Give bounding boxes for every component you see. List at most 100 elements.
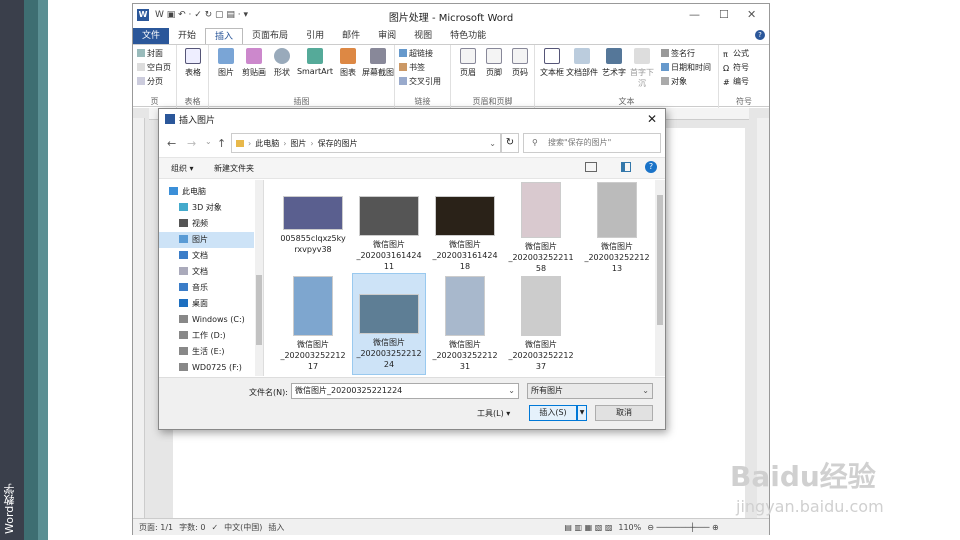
bookmark-button[interactable]: 书签 (399, 62, 425, 73)
nav-item-downloads[interactable]: 文档 (159, 248, 254, 264)
refresh-icon[interactable]: ↻ (501, 133, 519, 153)
screenshot-button[interactable]: 屏幕截图 (361, 48, 395, 78)
dialog-close-icon[interactable]: ✕ (647, 112, 657, 126)
address-dropdown-icon[interactable]: ⌄ (489, 139, 496, 148)
cover-button[interactable]: 封面 (137, 48, 163, 59)
smartart-button[interactable]: SmartArt (295, 48, 335, 76)
nav-item-drive-e[interactable]: 生活 (E:) (159, 344, 254, 360)
tools-button[interactable]: 工具(L) ▾ (477, 408, 510, 419)
cross-reference-button[interactable]: 交叉引用 (399, 76, 441, 87)
status-words[interactable]: 字数: 0 (179, 522, 205, 533)
status-zoom[interactable]: 110% (618, 523, 641, 532)
file-scroll-thumb[interactable] (657, 195, 663, 325)
nav-item-drive-f[interactable]: WD0725 (F:) (159, 360, 254, 376)
tab-file[interactable]: 文件 (133, 28, 170, 44)
tab-mailings[interactable]: 邮件 (333, 28, 369, 44)
nav-item-drive-c[interactable]: Windows (C:) (159, 312, 254, 328)
filetype-dropdown-icon[interactable]: ⌄ (642, 384, 649, 398)
history-dropdown-icon[interactable]: ⌄ (205, 137, 212, 146)
equation-button[interactable]: π 公式 (723, 48, 749, 59)
group-symbols: π 公式 Ω 符号 # 编号 符号 (719, 45, 769, 108)
nav-item-pictures[interactable]: 图片 (159, 232, 254, 248)
file-item[interactable]: 微信图片 _202003252211 58 (505, 180, 577, 274)
insert-dropdown-icon[interactable]: ▼ (577, 405, 587, 421)
file-item[interactable]: 微信图片 _202003252212 17 (277, 274, 349, 372)
spellcheck-icon[interactable]: ✓ (211, 523, 218, 532)
maximize-icon[interactable]: ☐ (719, 8, 729, 21)
forward-arrow-icon[interactable]: → (187, 137, 196, 150)
hyperlink-button[interactable]: 超链接 (399, 48, 433, 59)
quick-parts-button[interactable]: 文档部件 (565, 48, 599, 78)
date-time-button[interactable]: 日期和时间 (661, 62, 711, 73)
signature-line-button[interactable]: 签名行 (661, 48, 695, 59)
shapes-button[interactable]: 形状 (267, 48, 297, 78)
status-mode[interactable]: 插入 (268, 522, 284, 533)
textbox-icon (544, 48, 560, 64)
chart-button[interactable]: 图表 (333, 48, 363, 78)
tab-home[interactable]: 开始 (169, 28, 205, 44)
organize-button[interactable]: 组织 ▾ (171, 163, 194, 174)
picture-button[interactable]: 图片 (211, 48, 241, 78)
filetype-select[interactable]: 所有图片 ⌄ (527, 383, 653, 399)
shapes-icon (274, 48, 290, 64)
back-arrow-icon[interactable]: ← (167, 137, 176, 150)
page-number-button[interactable]: 页码 (505, 48, 535, 78)
preview-pane-icon[interactable] (621, 162, 631, 172)
status-language[interactable]: 中文(中国) (224, 522, 262, 533)
file-item[interactable]: 005855clqxz5ky rxvpyv38 (277, 194, 349, 255)
close-icon[interactable]: ✕ (747, 8, 756, 21)
tab-references[interactable]: 引用 (297, 28, 333, 44)
wordart-button[interactable]: 艺术字 (599, 48, 629, 78)
textbox-button[interactable]: 文本框 (537, 48, 567, 78)
address-bar[interactable]: › 此电脑 › 图片 › 保存的图片 ⌄ (231, 133, 501, 153)
group-label-header-footer: 页眉和页脚 (472, 97, 513, 106)
nav-item-desktop[interactable]: 桌面 (159, 296, 254, 312)
tab-insert[interactable]: 插入 (205, 28, 244, 44)
status-page[interactable]: 页面: 1/1 (139, 522, 173, 533)
tab-special[interactable]: 特色功能 (441, 28, 495, 44)
breadcrumb-pictures[interactable]: 图片 (290, 138, 306, 149)
file-item[interactable]: 微信图片 _202003252212 31 (429, 274, 501, 372)
group-label-text: 文本 (618, 97, 635, 106)
cancel-button[interactable]: 取消 (595, 405, 653, 421)
file-item[interactable]: 微信图片 _202003161424 18 (429, 194, 501, 272)
nav-item-this-pc[interactable]: 此电脑 (159, 184, 254, 200)
symbol-button[interactable]: Ω 符号 (723, 62, 749, 73)
object-button[interactable]: 对象 (661, 76, 687, 87)
help-icon[interactable]: ? (645, 161, 657, 173)
nav-item-videos[interactable]: 视频 (159, 216, 254, 232)
tab-view[interactable]: 视图 (405, 28, 441, 44)
help-icon[interactable]: ? (755, 30, 765, 40)
clipart-button[interactable]: 剪贴画 (239, 48, 269, 78)
search-input[interactable]: ⚲ 搜索"保存的图片" (523, 133, 661, 153)
view-options-icon[interactable] (585, 162, 597, 172)
filename-dropdown-icon[interactable]: ⌄ (508, 384, 515, 398)
zoom-slider[interactable]: ⊖ ───────┼─── ⊕ (647, 523, 718, 532)
file-item[interactable]: 微信图片 _202003161424 11 (353, 194, 425, 272)
file-item[interactable]: 微信图片 _202003252212 37 (505, 274, 577, 372)
blank-page-button[interactable]: 空白页 (137, 62, 171, 73)
file-item-selected[interactable]: 微信图片 _202003252212 24 (352, 273, 426, 375)
new-folder-button[interactable]: 新建文件夹 (214, 163, 254, 174)
dropcap-icon (634, 48, 650, 64)
table-button[interactable]: 表格 (178, 48, 208, 78)
up-arrow-icon[interactable]: ↑ (217, 137, 226, 150)
tab-review[interactable]: 审阅 (369, 28, 405, 44)
view-buttons[interactable]: ▤ ▥ ▦ ▧ ▨ (564, 523, 612, 532)
minimize-icon[interactable]: — (689, 8, 700, 21)
dropcap-button[interactable]: 首字下沉 (627, 48, 657, 89)
nav-item-music[interactable]: 音乐 (159, 280, 254, 296)
nav-item-3d[interactable]: 3D 对象 (159, 200, 254, 216)
page-break-button[interactable]: 分页 (137, 76, 163, 87)
breadcrumb-saved[interactable]: 保存的图片 (318, 138, 358, 149)
nav-item-drive-d[interactable]: 工作 (D:) (159, 328, 254, 344)
file-item[interactable]: 微信图片 _202003252212 13 (581, 180, 653, 274)
breadcrumb-pc[interactable]: 此电脑 (255, 138, 279, 149)
nav-item-documents[interactable]: 文档 (159, 264, 254, 280)
file-thumbnail (293, 276, 333, 336)
nav-scroll-thumb[interactable] (256, 275, 262, 345)
filename-input[interactable]: 微信图片_20200325221224 ⌄ (291, 383, 519, 399)
insert-button[interactable]: 插入(S) (529, 405, 577, 421)
numbering-button[interactable]: # 编号 (723, 76, 749, 87)
tab-layout[interactable]: 页面布局 (243, 28, 297, 44)
